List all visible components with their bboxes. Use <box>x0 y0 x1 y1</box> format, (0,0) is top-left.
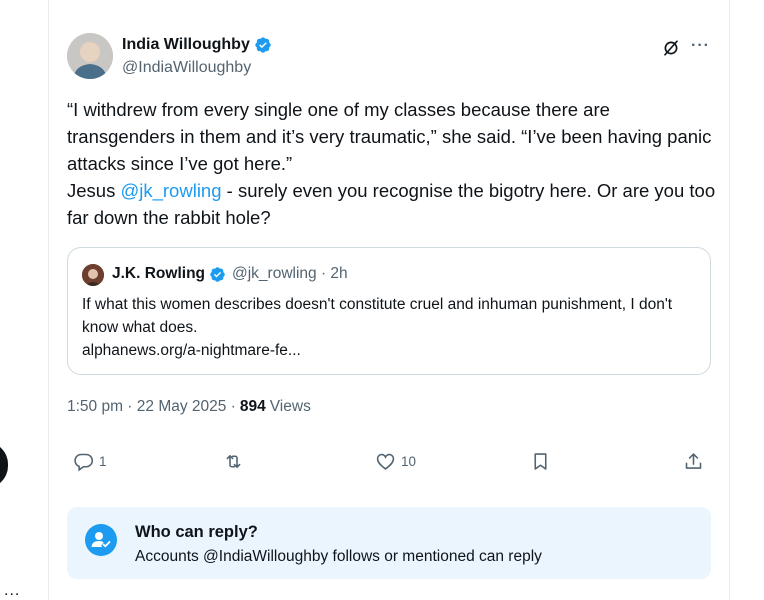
reply-button[interactable]: 1 <box>73 451 107 472</box>
tweet-header: India Willoughby @IndiaWilloughby ··· <box>67 33 713 83</box>
verified-badge-icon <box>210 266 225 282</box>
partial-ellipsis: ... <box>4 582 21 599</box>
like-button[interactable]: 10 <box>375 451 416 472</box>
reply-restriction-notice: Who can reply? Accounts @IndiaWilloughby… <box>67 507 711 579</box>
author-name-row: India Willoughby <box>122 36 272 54</box>
author-avatar[interactable] <box>67 33 113 79</box>
like-count: 10 <box>401 454 417 469</box>
quoted-tweet-text: If what this women describes doesn't con… <box>82 293 702 362</box>
share-button[interactable] <box>683 451 704 472</box>
verified-badge-icon <box>255 37 271 53</box>
quoted-tweet-link[interactable]: alphanews.org/a-nightmare-fe... <box>82 342 301 359</box>
tweet-card: India Willoughby @IndiaWilloughby ··· “I… <box>48 0 730 600</box>
author-handle[interactable]: @IndiaWilloughby <box>122 59 251 77</box>
timestamp[interactable]: 1:50 pm · 22 May 2025 · <box>67 398 236 416</box>
quoted-tweet[interactable]: J.K. Rowling @jk_rowling · 2h If what th… <box>67 247 711 375</box>
reply-count: 1 <box>99 454 107 469</box>
more-options-icon[interactable]: ··· <box>691 37 710 55</box>
tweet-body-quote: “I withdrew from every single one of my … <box>67 99 712 174</box>
author-name[interactable]: India Willoughby <box>122 36 250 54</box>
share-icon <box>685 453 702 469</box>
views-label: Views <box>269 398 311 415</box>
repost-icon <box>226 455 241 468</box>
quoted-author-avatar[interactable] <box>82 264 104 286</box>
reply-icon <box>74 453 94 472</box>
bookmark-button[interactable] <box>530 451 551 472</box>
tweet-meta: 1:50 pm · 22 May 2025 · 894 Views <box>67 398 311 416</box>
heart-icon <box>376 453 395 470</box>
tweet-body: “I withdrew from every single one of my … <box>67 96 717 231</box>
quoted-tweet-body: If what this women describes doesn't con… <box>82 296 673 336</box>
reply-restriction-subtitle: Accounts @IndiaWilloughby follows or men… <box>135 548 542 565</box>
partial-avatar-edge <box>0 442 8 488</box>
views-count: 894 <box>239 398 266 415</box>
quoted-author-name[interactable]: J.K. Rowling <box>112 265 205 283</box>
reply-restriction-title: Who can reply? <box>135 523 258 541</box>
tweet-body-prefix: Jesus <box>67 180 121 201</box>
mention-link[interactable]: @jk_rowling <box>120 180 221 201</box>
quoted-author-handle: @jk_rowling · 2h <box>232 265 348 282</box>
user-check-icon <box>85 524 117 556</box>
quoted-tweet-header: J.K. Rowling @jk_rowling · 2h <box>112 265 348 283</box>
bookmark-icon <box>534 453 547 470</box>
action-bar: 1 10 <box>67 451 711 481</box>
repost-button[interactable] <box>223 451 244 472</box>
grok-icon[interactable] <box>662 39 680 57</box>
